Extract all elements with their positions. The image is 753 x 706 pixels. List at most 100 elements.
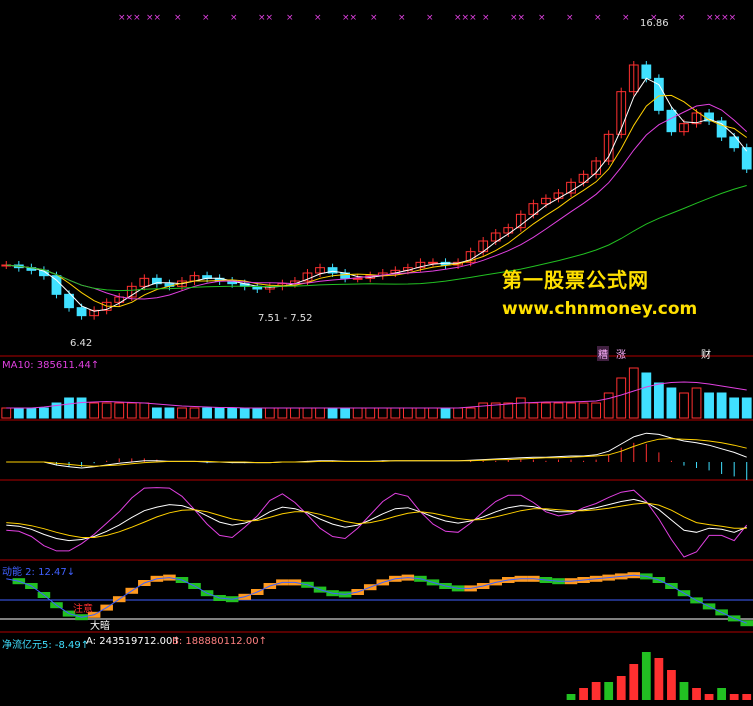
net-flow-a-label: A: 243519712.00↑ [86, 636, 181, 647]
volume-bar [541, 402, 551, 419]
net-flow-bar [629, 664, 639, 700]
event-marker: × [174, 13, 182, 23]
event-tag-3: 财 [701, 350, 711, 361]
net-flow-bar [692, 688, 701, 700]
volume-bar [114, 402, 125, 419]
volume-bar [666, 387, 677, 419]
volume-bar [566, 402, 576, 419]
volume-bar [503, 402, 514, 419]
volume-bar [101, 402, 112, 419]
volume-bar [302, 407, 313, 419]
volume-bar [151, 407, 162, 419]
volume-bar [465, 407, 476, 419]
volume-bar [616, 377, 627, 419]
event-marker: ×× [146, 13, 161, 23]
volume-bar [264, 407, 275, 419]
volume-bar [277, 407, 288, 419]
volume-bar [679, 392, 689, 419]
candle-body [428, 261, 438, 264]
watermark-url: www.chnmoney.com [502, 299, 698, 319]
volume-bar [528, 402, 539, 419]
event-marker: × [398, 13, 406, 23]
volume-bar [139, 402, 150, 419]
net-flow-bar [742, 694, 752, 700]
event-marker: ×××× [706, 13, 736, 23]
volume-bar [64, 397, 74, 419]
volume-bar [415, 407, 426, 419]
volume-bar [440, 407, 451, 419]
volume-bar [365, 407, 376, 419]
j-line [6, 487, 748, 558]
note-annotation: 注意 [73, 604, 93, 615]
net-flow-bar [616, 676, 626, 700]
event-marker: ×× [258, 13, 273, 23]
volume-bar [402, 407, 413, 419]
volume-bar [691, 387, 702, 419]
range-label: 7.51 - 7.52 [258, 313, 313, 324]
net-flow-bar [717, 688, 727, 700]
volume-bar [641, 372, 652, 419]
event-marker: × [370, 13, 378, 23]
net-flow-bar [566, 694, 576, 700]
event-marker: × [622, 13, 630, 23]
watermark-title: 第一股票公式网 [502, 268, 649, 292]
event-marker: × [314, 13, 322, 23]
volume-bar [214, 407, 225, 419]
volume-bar [89, 402, 100, 419]
volume-ma10-label: MA10: 385611.44↑ [2, 360, 100, 371]
net-flow-bar [667, 670, 676, 700]
net-flow-bar [591, 682, 601, 700]
candle-body [666, 109, 677, 133]
event-tag-2: 涨 [616, 350, 626, 361]
candle-body [641, 64, 652, 79]
net-flow-label: 净流亿元5: -8.49↑ [2, 640, 90, 651]
dif-line [6, 432, 747, 469]
event-marker: × [594, 13, 602, 23]
net-flow-b-label: B: 188880112.00↑ [172, 636, 267, 647]
volume-bar [352, 407, 363, 419]
volume-bar [13, 407, 24, 419]
volume-bar [716, 392, 727, 419]
net-flow-bar [729, 694, 739, 700]
volume-bar [478, 402, 489, 419]
net-flow-bar [654, 658, 664, 700]
net-flow-bar [579, 688, 588, 700]
volume-bar [628, 367, 639, 419]
event-marker: × [678, 13, 686, 23]
event-marker: × [538, 13, 546, 23]
volume-bar [290, 407, 300, 419]
volume-bar [390, 407, 401, 419]
volume-bar [327, 407, 338, 419]
k-line [6, 498, 747, 542]
net-flow-bar [604, 682, 614, 700]
volume-bar [315, 407, 325, 419]
volume-bar [239, 407, 250, 419]
high-price-label: 16.86 [640, 18, 669, 29]
volume-bar [553, 402, 564, 419]
volume-bar [453, 407, 463, 419]
volume-bar [177, 407, 187, 419]
stock-chart: ××× ×× × × × ×× × × ×× × × × ××× × ×× × × × × × × ×××× [0, 13, 753, 700]
volume-bar [578, 402, 589, 419]
volume-bar [340, 407, 351, 419]
volume-bar [227, 407, 238, 419]
volume-bar [39, 407, 49, 419]
volume-bar [252, 407, 263, 419]
volume-bar [653, 382, 664, 419]
volume-bar [189, 407, 200, 419]
volume-ma10-line [6, 381, 747, 409]
event-marker: × [286, 13, 294, 23]
big-rise-annotation: 大暗 [90, 621, 110, 632]
volume-bar [741, 397, 752, 419]
volume-bar [377, 407, 388, 419]
momentum-label: 动能 2: 12.47↓ [2, 567, 76, 578]
event-marker: ××× [454, 13, 477, 23]
volume-bar [515, 397, 526, 419]
volume-bar [603, 392, 614, 419]
dea-line [6, 438, 747, 467]
volume-bar [591, 402, 602, 419]
event-marker: ××× [118, 13, 141, 23]
event-marker: × [202, 13, 210, 23]
event-tag-1: 糟 [597, 346, 609, 361]
event-marker: ×× [510, 13, 525, 23]
